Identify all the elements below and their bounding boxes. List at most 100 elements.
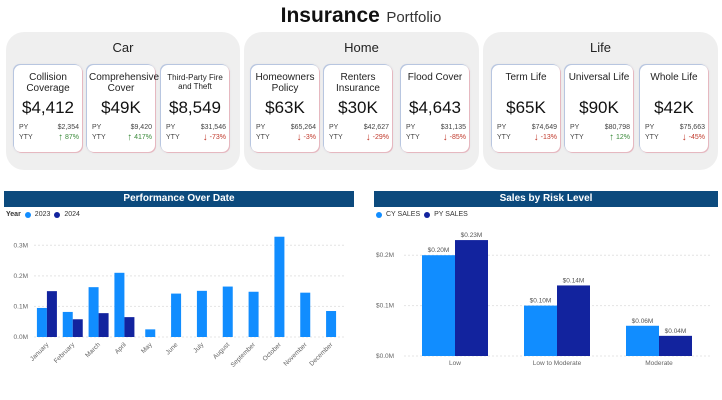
risk-xtick-label: Moderate xyxy=(645,360,673,367)
kpi-yty-label: YTY xyxy=(645,134,659,141)
perf-bar-2023[interactable] xyxy=(171,293,182,337)
perf-bar-2024[interactable] xyxy=(124,317,135,337)
kpi-yty-value: -73% xyxy=(209,134,226,141)
kpi-py-value: $9,420 xyxy=(130,124,152,131)
perf-bar-2023[interactable] xyxy=(300,292,311,337)
perf-xtick-label: November xyxy=(283,341,310,368)
risk-xtick-label: Low xyxy=(449,360,461,367)
arrow-down-icon: ↓ xyxy=(296,132,302,143)
kpi-yty-label: YTY xyxy=(329,134,343,141)
kpi-py-label: PY xyxy=(92,124,102,131)
perf-legend-item-2023[interactable]: 2023 xyxy=(35,211,51,218)
perf-bar-2024[interactable] xyxy=(72,319,83,337)
kpi-value: $63K xyxy=(265,98,305,117)
perf-bar-2023[interactable] xyxy=(36,307,47,337)
kpi-label: Renters Insurance xyxy=(336,72,380,94)
kpi-yty-label: YTY xyxy=(92,134,106,141)
kpi-card[interactable]: Universal Life $90K PY $80,798 YTY ↑ 12% xyxy=(565,65,633,152)
legend-dot-2023 xyxy=(24,211,31,218)
kpi-yty-value: -85% xyxy=(449,134,466,141)
kpi-py-value: $2,354 xyxy=(57,124,79,131)
kpi-yty-label: YTY xyxy=(497,134,511,141)
risk-bar-py[interactable] xyxy=(557,285,590,356)
perf-bar-2023[interactable] xyxy=(62,311,73,337)
perf-xtick-label: July xyxy=(192,341,206,355)
risk-chart: $0.0M $0.1M $0.2M $0.20M $0.23M Low $0.10M $0.1… xyxy=(376,232,710,367)
risk-bar-py[interactable] xyxy=(659,335,692,356)
risk-bar-py[interactable] xyxy=(455,240,488,356)
kpi-py-label: PY xyxy=(497,124,507,131)
kpi-py-label: PY xyxy=(329,124,339,131)
perf-bar-2023[interactable] xyxy=(274,236,285,337)
kpi-value: $30K xyxy=(338,98,378,117)
kpi-card[interactable]: Collision Coverage $4,412 PY $2,354 YTY … xyxy=(14,65,82,152)
risk-ytick-label: $0.2M xyxy=(376,252,394,259)
kpi-card[interactable]: Renters Insurance $30K PY $42,627 YTY ↓ … xyxy=(324,65,392,152)
risk-data-label: $0.10M xyxy=(530,298,552,305)
kpi-label: Term Life xyxy=(505,72,547,83)
kpi-card[interactable]: Third-Party Fire and Theft $8,549 PY $31… xyxy=(161,65,229,152)
kpi-label: Universal Life xyxy=(568,72,630,83)
kpi-py-label: PY xyxy=(166,124,176,131)
kpi-card[interactable]: Whole Life $42K PY $75,663 YTY ↓ -45% xyxy=(640,65,708,152)
perf-bar-2024[interactable] xyxy=(46,291,57,337)
page-title: Insurance Portfolio xyxy=(0,4,722,28)
kpi-card[interactable]: Homeowners Policy $63K PY $65,264 YTY ↓ … xyxy=(251,65,319,152)
kpi-yty-value: -3% xyxy=(303,134,316,141)
kpi-py-value: $80,798 xyxy=(604,124,630,131)
risk-bar-cy[interactable] xyxy=(626,325,659,356)
kpi-yty-value: -29% xyxy=(372,134,389,141)
kpi-value: $8,549 xyxy=(169,98,221,117)
kpi-yty-value: 417% xyxy=(134,134,152,141)
arrow-up-icon: ↑ xyxy=(57,132,63,143)
page-title-sub: Portfolio xyxy=(386,9,442,26)
perf-xtick-label: May xyxy=(140,341,154,355)
arrow-up-icon: ↑ xyxy=(127,132,133,143)
risk-data-label: $0.23M xyxy=(461,232,483,239)
risk-legend-item-py[interactable]: PY SALES xyxy=(434,211,468,218)
arrow-down-icon: ↓ xyxy=(533,132,539,143)
perf-legend-title: Year xyxy=(6,211,21,218)
kpi-value: $42K xyxy=(654,98,694,117)
risk-data-label: $0.20M xyxy=(428,247,450,254)
perf-xtick-label: June xyxy=(165,341,180,356)
group-car: Car Collision Coverage $4,412 PY $2,354 … xyxy=(6,32,240,170)
risk-data-label: $0.06M xyxy=(632,318,654,325)
kpi-py-value: $31,135 xyxy=(440,124,466,131)
perf-xtick-label: March xyxy=(84,341,102,359)
perf-bar-2023[interactable] xyxy=(326,311,337,337)
risk-ytick-label: $0.0M xyxy=(376,353,394,360)
perf-bar-2023[interactable] xyxy=(145,329,156,337)
perf-bar-2023[interactable] xyxy=(114,272,125,337)
risk-data-label: $0.14M xyxy=(563,277,585,284)
arrow-down-icon: ↓ xyxy=(681,132,687,143)
perf-bar-2023[interactable] xyxy=(88,287,99,337)
kpi-py-value: $42,627 xyxy=(363,124,389,131)
kpi-py-label: PY xyxy=(570,124,580,131)
kpi-card[interactable]: Flood Cover $4,643 PY $31,135 YTY ↓ -85% xyxy=(401,65,469,152)
perf-bar-2024[interactable] xyxy=(98,313,109,337)
perf-bar-2023[interactable] xyxy=(196,290,207,337)
kpi-label: Comprehensive Cover xyxy=(89,72,160,94)
risk-panel-title: Sales by Risk Level xyxy=(374,191,718,207)
kpi-yty-value: 12% xyxy=(615,134,630,141)
arrow-down-icon: ↓ xyxy=(202,132,208,143)
kpi-py-value: $65,264 xyxy=(290,124,316,131)
arrow-down-icon: ↓ xyxy=(365,132,371,143)
perf-xtick-label: January xyxy=(29,341,51,363)
kpi-py-label: PY xyxy=(645,124,655,131)
risk-bar-cy[interactable] xyxy=(524,305,557,356)
kpi-card[interactable]: Comprehensive Cover $49K PY $9,420 YTY ↑… xyxy=(87,65,160,152)
arrow-up-icon: ↑ xyxy=(608,132,614,143)
kpi-py-label: PY xyxy=(406,124,416,131)
kpi-yty-label: YTY xyxy=(19,134,33,141)
kpi-py-value: $74,649 xyxy=(531,124,557,131)
risk-legend-item-cy[interactable]: CY SALES xyxy=(386,211,420,218)
kpi-card[interactable]: Term Life $65K PY $74,649 YTY ↓ -13% xyxy=(492,65,560,152)
perf-bar-2023[interactable] xyxy=(222,286,233,337)
perf-ytick-label: 0.2M xyxy=(14,273,28,280)
perf-legend-item-2024[interactable]: 2024 xyxy=(64,211,80,218)
perf-ytick-label: 0.0M xyxy=(14,334,28,341)
risk-bar-cy[interactable] xyxy=(422,255,455,356)
perf-bar-2023[interactable] xyxy=(248,291,259,337)
